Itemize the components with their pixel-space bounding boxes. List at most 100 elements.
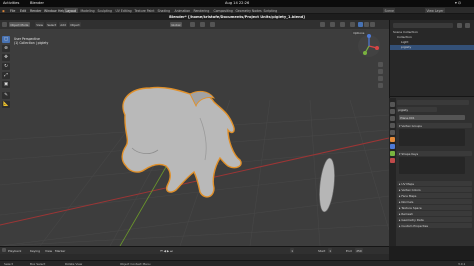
workspace-tab-texture-paint[interactable]: Texture Paint xyxy=(133,8,156,13)
scene-selector[interactable]: Scene xyxy=(383,7,396,14)
new-collection-icon[interactable] xyxy=(465,23,470,28)
app-menu[interactable]: Blender xyxy=(30,1,44,5)
transform-orientation-selector[interactable]: Global xyxy=(170,22,182,27)
ellipsoid-object[interactable] xyxy=(317,157,337,213)
world-tab-icon[interactable] xyxy=(390,130,395,135)
workspace-tab-animation[interactable]: Animation xyxy=(173,8,192,13)
playback-controls[interactable]: ⏮ ◀ ▶ ⏭ xyxy=(160,249,173,253)
workspace-tab-layout[interactable]: Layout xyxy=(64,7,78,14)
measure-tool-icon[interactable]: 📐 xyxy=(2,101,10,108)
3d-viewport[interactable] xyxy=(0,20,389,246)
menu-select[interactable]: Select xyxy=(46,22,58,27)
vertex-groups-list[interactable] xyxy=(399,129,465,146)
panel-face-maps[interactable]: Face Maps xyxy=(397,193,472,198)
material-shading-icon[interactable] xyxy=(364,22,369,27)
timeline-menu-view[interactable]: View xyxy=(45,249,52,253)
filter-icon[interactable] xyxy=(457,23,462,28)
panel-custom-properties[interactable]: Custom Properties xyxy=(397,223,472,228)
workspace-tab-sculpting[interactable]: Sculpting xyxy=(96,8,113,13)
panel-vertex-colors[interactable]: Vertex Colors xyxy=(397,187,472,192)
snap-icon[interactable] xyxy=(200,22,205,27)
system-clock[interactable]: Aug 14 22:26 xyxy=(225,1,249,5)
mesh-data-tab-icon[interactable] xyxy=(390,151,395,156)
status-bar: Select Box Select Rotate View Object Con… xyxy=(0,260,474,266)
start-frame-field[interactable]: 1 xyxy=(328,248,333,253)
proportional-edit-icon[interactable] xyxy=(210,22,215,27)
workspace-tab-shading[interactable]: Shading xyxy=(156,8,172,13)
activities-button[interactable]: Activities xyxy=(3,1,19,5)
cursor-tool-icon[interactable]: ⊕ xyxy=(2,45,10,52)
system-status-icons[interactable]: ▾ ⏻ xyxy=(455,1,461,5)
mesh-data-name-field[interactable]: Plane.001 xyxy=(399,115,465,120)
piglety-object[interactable] xyxy=(121,86,242,198)
menu-view[interactable]: View xyxy=(35,22,45,27)
timeline-menu-playback[interactable]: Playback xyxy=(8,249,21,253)
tool-tab-icon[interactable] xyxy=(390,102,395,107)
outliner-row-light[interactable]: Light xyxy=(390,40,474,45)
status-hint-context-menu: Object Context Menu xyxy=(120,261,151,266)
panel-remesh[interactable]: Remesh xyxy=(397,211,472,216)
viewport-scene[interactable] xyxy=(0,20,389,246)
zoom-icon[interactable] xyxy=(378,62,383,67)
gizmo-icon[interactable] xyxy=(330,22,335,27)
shape-keys-list[interactable] xyxy=(399,157,465,174)
outliner-row-scene-collection[interactable]: Scene Collection xyxy=(390,30,474,35)
workspace-tab-rendering[interactable]: Rendering xyxy=(192,8,211,13)
scale-tool-icon[interactable]: ⤢ xyxy=(2,72,10,79)
workspace-tab-scripting[interactable]: Scripting xyxy=(262,8,279,13)
transform-tool-icon[interactable]: ▣ xyxy=(2,81,10,88)
end-frame-field[interactable]: 250 xyxy=(355,248,363,253)
scene-tab-icon[interactable] xyxy=(390,123,395,128)
properties-search-input[interactable] xyxy=(397,100,469,105)
navigation-gizmo[interactable] xyxy=(355,32,383,60)
pan-icon[interactable] xyxy=(378,69,383,74)
workspace-tab-modeling[interactable]: Modeling xyxy=(79,8,96,13)
outliner-row-collection[interactable]: Collection xyxy=(390,35,474,40)
menu-object[interactable]: Object xyxy=(69,22,81,27)
camera-view-icon[interactable] xyxy=(378,76,383,81)
output-tab-icon[interactable] xyxy=(390,116,395,121)
annotate-tool-icon[interactable]: ✎ xyxy=(2,92,10,99)
panel-texture-space[interactable]: Texture Space xyxy=(397,205,472,210)
mode-selector[interactable]: Object Mode xyxy=(9,22,30,27)
menu-add[interactable]: Add xyxy=(59,22,67,27)
timeline-editor-icon[interactable] xyxy=(2,248,6,252)
visibility-icon[interactable] xyxy=(320,22,325,27)
ortho-toggle-icon[interactable] xyxy=(378,83,383,88)
rotate-tool-icon[interactable]: ↻ xyxy=(2,63,10,70)
overlay-icon[interactable] xyxy=(340,22,345,27)
workspace-tab-uv-editing[interactable]: UV Editing xyxy=(114,8,133,13)
panel-uv-maps[interactable]: UV Maps xyxy=(397,181,472,186)
menu-window[interactable]: Window xyxy=(44,9,57,13)
menu-render[interactable]: Render xyxy=(30,9,41,13)
workspace-tab-geometry-nodes[interactable]: Geometry Nodes xyxy=(234,8,263,13)
pivot-icon[interactable] xyxy=(190,22,195,27)
outliner-search-input[interactable] xyxy=(393,23,453,28)
modifier-tab-icon[interactable] xyxy=(390,144,395,149)
solid-shading-icon[interactable] xyxy=(358,22,363,27)
rendered-shading-icon[interactable] xyxy=(370,22,375,27)
timeline-menu-keying[interactable]: Keying xyxy=(30,249,40,253)
select-box-tool-icon[interactable]: ▢ xyxy=(2,36,10,43)
panel-normals[interactable]: Normals xyxy=(397,199,472,204)
outliner-panel: Scene Collection Collection Light piglet… xyxy=(389,20,474,96)
object-tab-icon[interactable] xyxy=(390,137,395,142)
panel-geometry-data[interactable]: Geometry Data xyxy=(397,217,472,222)
timeline-menu-marker[interactable]: Marker xyxy=(55,249,65,253)
menu-edit[interactable]: Edit xyxy=(20,9,26,13)
editor-type-icon[interactable] xyxy=(2,22,7,27)
blender-version: 3.0.1 xyxy=(458,261,466,266)
view-layer-selector[interactable]: View Layer xyxy=(425,7,445,14)
material-tab-icon[interactable] xyxy=(390,158,395,163)
current-frame-field[interactable]: 1 xyxy=(290,248,295,253)
render-tab-icon[interactable] xyxy=(390,109,395,114)
timeline-editor: Playback Keying View Marker ⏮ ◀ ▶ ⏭ 1 St… xyxy=(0,246,389,260)
panel-vertex-groups[interactable]: Vertex Groups xyxy=(397,123,472,128)
workspace-tab-compositing[interactable]: Compositing xyxy=(212,8,234,13)
move-tool-icon[interactable]: ✥ xyxy=(2,54,10,61)
blender-logo-icon[interactable]: ◉ xyxy=(2,9,5,13)
outliner-row-piglety[interactable]: piglety xyxy=(390,45,474,50)
menu-file[interactable]: File xyxy=(10,9,15,13)
panel-shape-keys[interactable]: Shape Keys xyxy=(397,151,472,156)
xray-icon[interactable] xyxy=(350,22,355,27)
